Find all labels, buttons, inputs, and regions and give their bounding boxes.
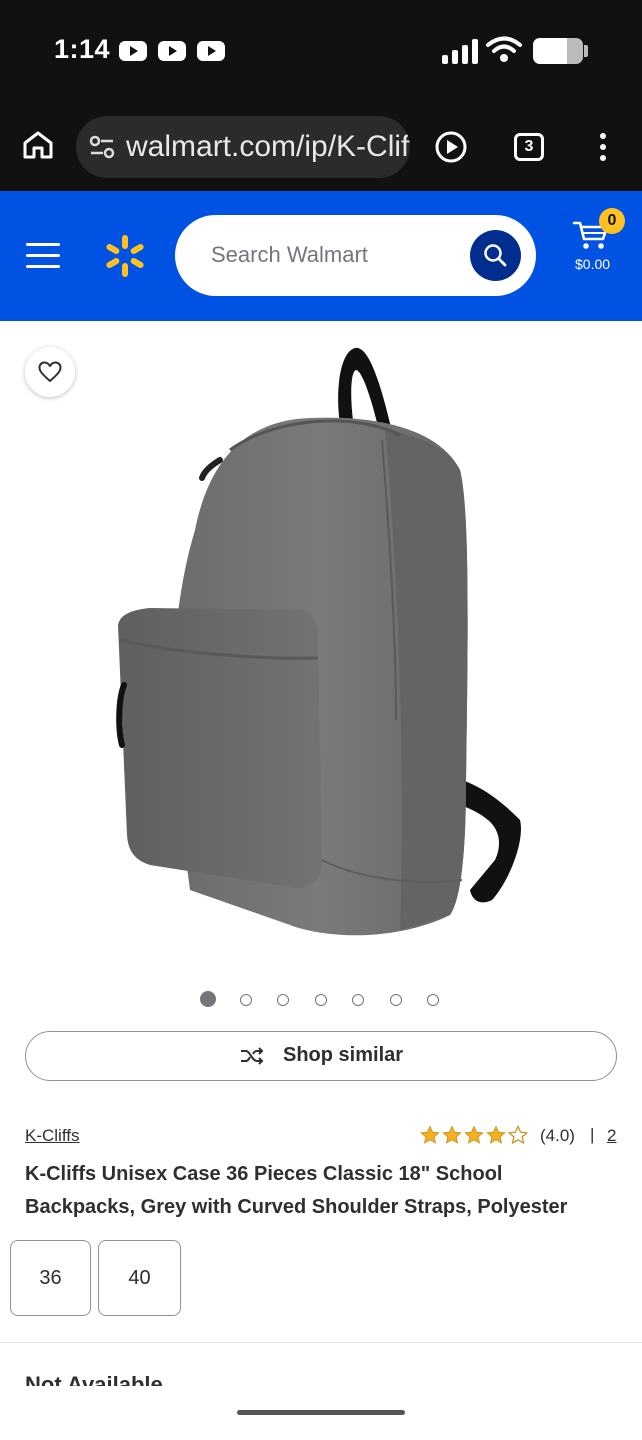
play-icon[interactable] [434, 130, 468, 164]
brand-link[interactable]: K-Cliffs [25, 1126, 79, 1146]
rating-stars [420, 1125, 529, 1145]
overflow-menu-icon[interactable] [600, 133, 606, 166]
carousel-dot[interactable] [200, 991, 216, 1007]
battery-icon [533, 38, 583, 64]
walmart-spark-logo[interactable] [104, 233, 146, 279]
variant-option[interactable]: 36 [10, 1240, 91, 1316]
product-title: K-Cliffs Unisex Case 36 Pieces Classic 1… [25, 1163, 568, 1218]
heart-icon [38, 361, 62, 382]
url-text: walmart.com/ip/K-Cliffs [126, 130, 410, 163]
carousel-dot[interactable] [427, 994, 439, 1006]
section-divider [0, 1342, 642, 1343]
tab-switcher-button[interactable]: 3 [514, 133, 544, 161]
shuffle-icon [241, 1047, 264, 1065]
home-icon[interactable] [22, 130, 54, 160]
system-nav-bar [0, 1386, 642, 1440]
cart-total: $0.00 [575, 256, 611, 272]
rating-value: (4.0) [540, 1126, 575, 1145]
carousel-dot[interactable] [277, 994, 289, 1006]
wifi-icon [486, 36, 522, 62]
add-to-favorites-button[interactable] [25, 347, 75, 397]
rating-separator: | [590, 1125, 595, 1144]
youtube-icon [119, 41, 147, 61]
carousel-dot[interactable] [390, 994, 402, 1006]
browser-toolbar: walmart.com/ip/K-Cliffs 3 [0, 100, 642, 191]
carousel-dot[interactable] [240, 994, 252, 1006]
address-bar[interactable]: walmart.com/ip/K-Cliffs [76, 116, 410, 178]
search-input[interactable] [211, 242, 461, 268]
status-bar: 1:14 [0, 0, 642, 100]
carousel-dot[interactable] [352, 994, 364, 1006]
shop-similar-button[interactable]: Shop similar [25, 1031, 617, 1081]
cart-button[interactable]: 0 $0.00 [572, 208, 625, 289]
search-icon [484, 244, 507, 267]
search-button[interactable] [470, 230, 521, 281]
site-settings-icon[interactable] [89, 135, 115, 159]
cart-count-badge: 0 [599, 208, 625, 234]
youtube-icon [197, 41, 225, 61]
search-bar [175, 215, 536, 296]
product-image-backpack[interactable] [100, 340, 540, 950]
carousel-dot[interactable] [315, 994, 327, 1006]
availability-heading: Not Available [25, 1372, 163, 1386]
youtube-icon [158, 41, 186, 61]
variant-option[interactable]: 40 [98, 1240, 181, 1316]
gesture-handle[interactable] [237, 1410, 405, 1415]
status-time: 1:14 [54, 34, 111, 64]
hamburger-menu-icon[interactable] [26, 243, 60, 276]
signal-icon [442, 38, 478, 64]
review-count-link[interactable]: 2 [607, 1126, 616, 1146]
site-header: 0 $0.00 [0, 191, 642, 321]
shop-similar-label: Shop similar [283, 1044, 404, 1066]
